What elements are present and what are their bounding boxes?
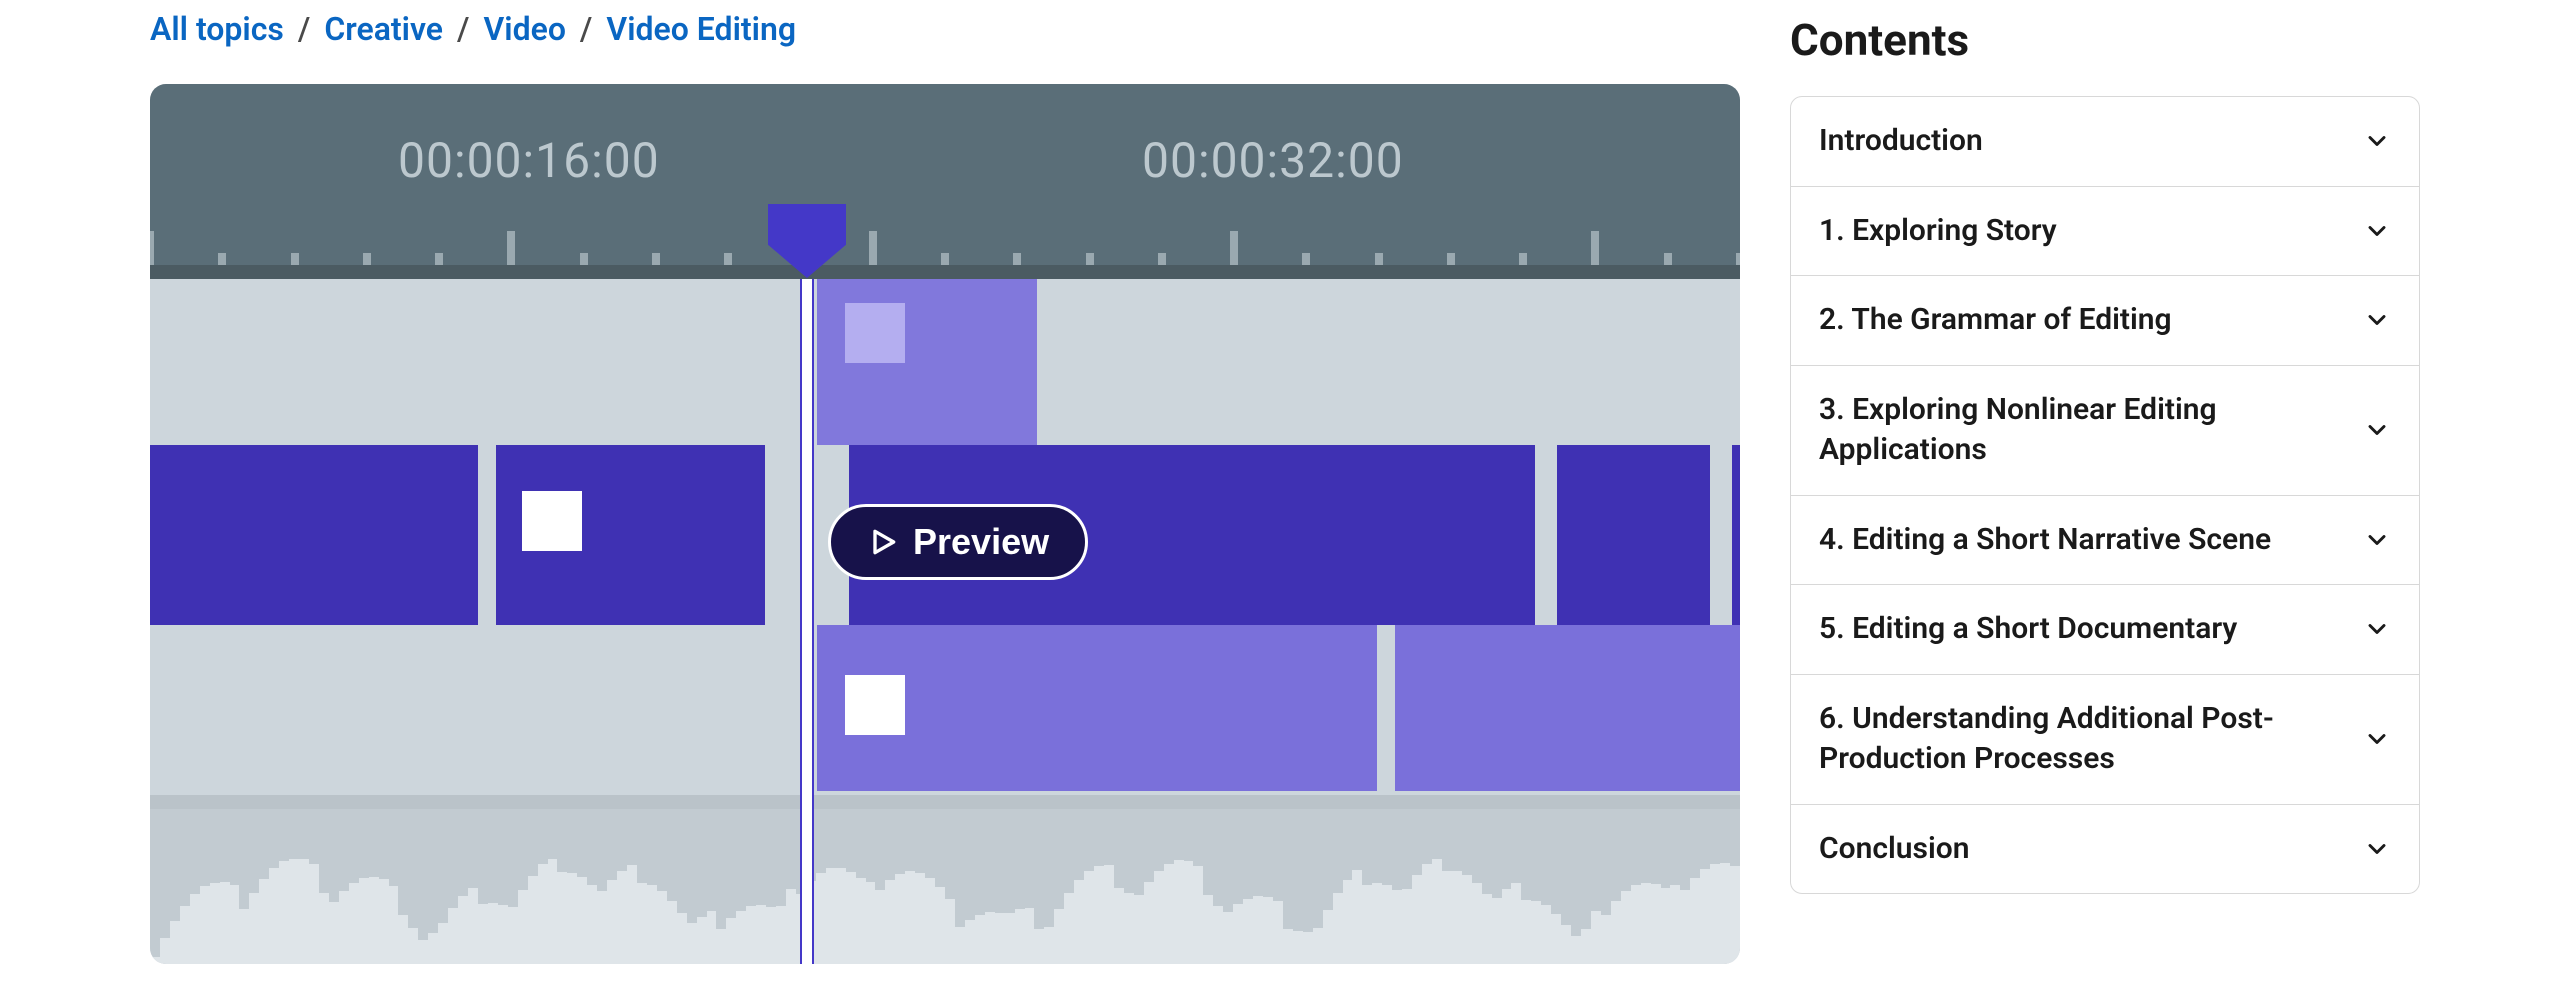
breadcrumb-sep: / bbox=[298, 10, 310, 48]
contents-item-label: 4. Editing a Short Narrative Scene bbox=[1819, 520, 2271, 561]
track-1 bbox=[150, 279, 1740, 445]
breadcrumb-video-editing[interactable]: Video Editing bbox=[606, 10, 796, 48]
preview-label: Preview bbox=[913, 521, 1049, 563]
contents-item[interactable]: 3. Exploring Nonlinear Editing Applicati… bbox=[1791, 366, 2419, 496]
chevron-down-icon bbox=[2363, 835, 2391, 863]
breadcrumb-all-topics[interactable]: All topics bbox=[150, 10, 284, 48]
clip-thumb bbox=[522, 491, 582, 551]
contents-item[interactable]: 5. Editing a Short Documentary bbox=[1791, 585, 2419, 675]
breadcrumb: All topics / Creative / Video / Video Ed… bbox=[150, 10, 1740, 48]
contents-title: Contents bbox=[1790, 14, 2430, 66]
contents-item-label: Conclusion bbox=[1819, 829, 1969, 870]
contents-item-label: 2. The Grammar of Editing bbox=[1819, 300, 2172, 341]
playhead-line-inner bbox=[802, 279, 812, 964]
timeline-ruler: 00:00:16:00 00:00:32:00 bbox=[150, 84, 1740, 279]
timecode-2: 00:00:32:00 bbox=[1142, 132, 1404, 189]
chevron-down-icon bbox=[2363, 306, 2391, 334]
contents-item-label: 1. Exploring Story bbox=[1819, 211, 2057, 252]
contents-item[interactable]: 1. Exploring Story bbox=[1791, 187, 2419, 277]
contents-item-label: 6. Understanding Additional Post-Product… bbox=[1819, 699, 2339, 780]
breadcrumb-sep: / bbox=[580, 10, 592, 48]
contents-list: Introduction 1. Exploring Story 2. The Gra… bbox=[1790, 96, 2420, 894]
contents-item[interactable]: 6. Understanding Additional Post-Product… bbox=[1791, 675, 2419, 805]
contents-item-label: Introduction bbox=[1819, 121, 1983, 162]
contents-item[interactable]: Introduction bbox=[1791, 97, 2419, 187]
breadcrumb-creative[interactable]: Creative bbox=[324, 10, 443, 48]
contents-panel: Contents Introduction 1. Exploring Story 2… bbox=[1790, 0, 2430, 964]
track-audio bbox=[150, 809, 1740, 964]
chevron-down-icon bbox=[2363, 615, 2391, 643]
clip-thumb bbox=[845, 675, 905, 735]
timeline-tracks bbox=[150, 279, 1740, 964]
breadcrumb-video[interactable]: Video bbox=[483, 10, 565, 48]
breadcrumb-sep: / bbox=[457, 10, 469, 48]
chevron-down-icon bbox=[2363, 127, 2391, 155]
contents-item[interactable]: Conclusion bbox=[1791, 805, 2419, 894]
course-hero[interactable]: 00:00:16:00 00:00:32:00 bbox=[150, 84, 1740, 964]
chevron-down-icon bbox=[2363, 526, 2391, 554]
contents-item[interactable]: 2. The Grammar of Editing bbox=[1791, 276, 2419, 366]
clip-thumb bbox=[845, 303, 905, 363]
clip bbox=[1395, 625, 1740, 791]
contents-item-label: 3. Exploring Nonlinear Editing Applicati… bbox=[1819, 390, 2339, 471]
contents-item-label: 5. Editing a Short Documentary bbox=[1819, 609, 2237, 650]
contents-item[interactable]: 4. Editing a Short Narrative Scene bbox=[1791, 496, 2419, 586]
chevron-down-icon bbox=[2363, 217, 2391, 245]
timecode-1: 00:00:16:00 bbox=[398, 132, 660, 189]
chevron-down-icon bbox=[2363, 725, 2391, 753]
chevron-down-icon bbox=[2363, 416, 2391, 444]
play-icon bbox=[867, 526, 899, 558]
track-3 bbox=[150, 625, 1740, 791]
preview-button[interactable]: Preview bbox=[828, 504, 1088, 580]
